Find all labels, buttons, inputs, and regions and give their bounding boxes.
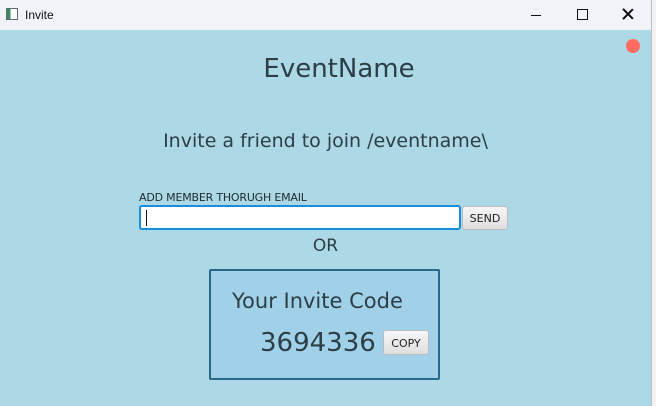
invite-window: Invite EventName Invite a friend to join… (0, 0, 652, 406)
event-name-title: EventName (263, 54, 415, 84)
maximize-icon (577, 9, 588, 20)
minimize-button[interactable] (514, 0, 560, 30)
send-button[interactable]: SEND (462, 206, 508, 230)
close-button[interactable] (606, 0, 651, 30)
maximize-button[interactable] (560, 0, 606, 30)
invite-message: Invite a friend to join /eventname\ (163, 130, 488, 152)
window-app-icon (6, 8, 18, 20)
email-input[interactable] (139, 205, 461, 230)
invite-code-panel: Your Invite Code 3694336 COPY (209, 269, 440, 380)
email-label: ADD MEMBER THORUGH EMAIL (139, 191, 307, 204)
minimize-icon (531, 15, 541, 16)
or-separator: OR (312, 236, 339, 256)
window-title: Invite (25, 8, 54, 22)
background-window-strip (652, 0, 656, 406)
text-cursor (146, 210, 147, 226)
status-dot-icon (626, 39, 640, 53)
invite-code-title: Your Invite Code (232, 289, 403, 313)
copy-button[interactable]: COPY (383, 330, 429, 355)
title-bar[interactable]: Invite (0, 0, 651, 30)
close-icon (622, 8, 634, 20)
invite-content: EventName Invite a friend to join /event… (0, 30, 651, 406)
invite-code-value: 3694336 (260, 328, 376, 358)
